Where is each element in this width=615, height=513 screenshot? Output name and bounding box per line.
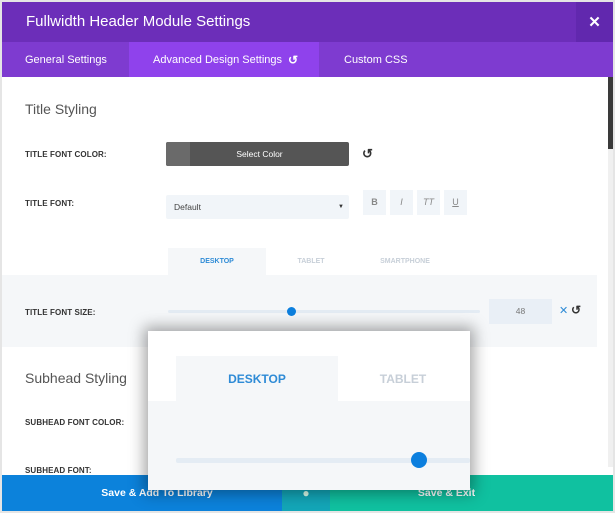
- close-icon: ✕: [588, 14, 601, 31]
- scrollbar-thumb[interactable]: [608, 77, 613, 149]
- chevron-down-icon: ▼: [338, 204, 344, 210]
- title-font-size-label: TITLE FONT SIZE:: [25, 308, 96, 317]
- tab-advanced-design-settings[interactable]: Advanced Design Settings ↺: [129, 42, 319, 77]
- device-tab-tablet[interactable]: TABLET: [266, 248, 356, 275]
- font-size-input[interactable]: 48: [489, 299, 552, 324]
- color-swatch: [166, 142, 190, 166]
- title-styling-heading: Title Styling: [25, 101, 97, 117]
- zoom-magnifier-callout: DESKTOP TABLET: [148, 331, 470, 490]
- tab-general-settings[interactable]: General Settings: [2, 42, 129, 77]
- zoom-slider-area: [148, 401, 470, 490]
- title-font-select[interactable]: Default ▼: [166, 195, 349, 219]
- device-tab-desktop[interactable]: DESKTOP: [168, 248, 266, 275]
- close-button[interactable]: ✕: [576, 2, 613, 42]
- tab-label: Custom CSS: [344, 53, 408, 66]
- modal-header: Fullwidth Header Module Settings ✕: [2, 2, 613, 42]
- zoom-device-tab-desktop[interactable]: DESKTOP: [176, 356, 338, 401]
- underline-button[interactable]: U: [444, 190, 467, 215]
- title-font-label: TITLE FONT:: [25, 199, 75, 208]
- select-color-button[interactable]: Select Color: [166, 142, 349, 166]
- reset-font-size-icon[interactable]: ↺: [571, 303, 581, 317]
- clear-icon[interactable]: ✕: [559, 304, 568, 317]
- zoom-device-tab-tablet[interactable]: TABLET: [338, 356, 468, 401]
- device-tabs: DESKTOP TABLET SMARTPHONE: [168, 248, 454, 275]
- italic-button[interactable]: I: [390, 190, 413, 215]
- subhead-font-color-label: SUBHEAD FONT COLOR:: [25, 418, 125, 427]
- device-tab-smartphone[interactable]: SMARTPHONE: [356, 248, 454, 275]
- tab-label: General Settings: [25, 53, 107, 66]
- subhead-font-label: SUBHEAD FONT:: [25, 466, 92, 475]
- uppercase-button[interactable]: TT: [417, 190, 440, 215]
- subhead-styling-heading: Subhead Styling: [25, 370, 127, 386]
- select-color-label: Select Color: [236, 149, 283, 159]
- title-font-color-label: TITLE FONT COLOR:: [25, 150, 107, 159]
- reset-icon[interactable]: ↺: [288, 53, 298, 67]
- modal-title: Fullwidth Header Module Settings: [26, 13, 251, 30]
- title-font-value: Default: [174, 202, 201, 212]
- bold-button[interactable]: B: [363, 190, 386, 215]
- settings-tabs: General Settings Advanced Design Setting…: [2, 42, 613, 77]
- tab-label: Advanced Design Settings: [153, 53, 283, 66]
- tab-custom-css[interactable]: Custom CSS: [319, 42, 408, 77]
- font-size-slider-track[interactable]: [168, 310, 480, 313]
- reset-color-icon[interactable]: ↺: [362, 146, 373, 162]
